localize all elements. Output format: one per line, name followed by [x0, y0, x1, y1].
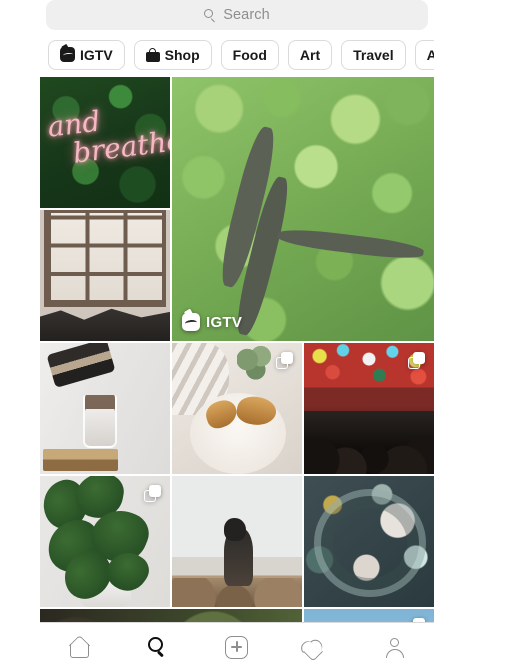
neon-line-2: breathe: [71, 123, 170, 170]
category-chip-travel[interactable]: Travel: [341, 39, 406, 70]
category-chip-label: Travel: [353, 46, 394, 63]
category-chip-art[interactable]: Art: [287, 39, 333, 70]
category-chip-architecture[interactable]: Ar: [414, 39, 434, 70]
category-chip-label: Art: [299, 46, 321, 63]
tab-create[interactable]: [210, 627, 264, 667]
post-thumbnail: [40, 210, 170, 341]
tab-activity[interactable]: [289, 627, 343, 667]
post-aerial-architecture[interactable]: [304, 476, 434, 607]
post-thumbnail: [172, 476, 302, 607]
category-chip-food[interactable]: Food: [220, 39, 279, 70]
bottom-tab-bar: [40, 622, 434, 671]
category-chip-label: Food: [232, 46, 267, 63]
category-chip-shop[interactable]: Shop: [133, 39, 212, 70]
eucalyptus-sprig: [237, 345, 271, 380]
instagram-explore-screen: Search IGTV Shop Food Art Travel Ar: [40, 0, 434, 671]
search-icon: [146, 635, 170, 659]
post-neon-and-breathe[interactable]: and breathe: [40, 77, 170, 208]
plus-square-icon: [225, 635, 249, 659]
search-icon: [204, 8, 217, 22]
carousel-icon: [408, 352, 425, 369]
book-stack: [42, 449, 118, 472]
post-dog-on-ridge[interactable]: [172, 476, 302, 607]
tab-home[interactable]: [52, 627, 106, 667]
post-thumbnail: [40, 343, 170, 474]
post-monstera-plant[interactable]: [40, 476, 170, 607]
igtv-icon: [60, 47, 75, 62]
post-bookshelf-bike[interactable]: [40, 210, 170, 341]
carousel-icon: [144, 485, 161, 502]
category-chip-label: IGTV: [80, 46, 113, 63]
shop-bag-icon: [145, 47, 160, 62]
dog-head: [224, 517, 247, 542]
neon-sign-text: and breathe: [46, 99, 170, 185]
post-thumbnail: and breathe: [40, 77, 170, 208]
tab-profile[interactable]: [368, 627, 422, 667]
search-bar: Search: [40, 0, 434, 32]
post-coffee-pour[interactable]: [40, 343, 170, 474]
category-chip-row[interactable]: IGTV Shop Food Art Travel Ar: [40, 32, 434, 77]
search-input[interactable]: Search: [46, 0, 428, 30]
category-chip-label: Shop: [164, 46, 200, 63]
explore-grid: and breathe IGTV: [40, 77, 434, 671]
heart-icon: [303, 635, 328, 662]
person-icon: [383, 635, 407, 659]
home-icon: [66, 635, 92, 659]
igtv-badge: IGTV: [182, 313, 242, 331]
category-chip-igtv[interactable]: IGTV: [48, 39, 125, 70]
igtv-badge-label: IGTV: [206, 313, 243, 331]
post-thumbnail: [172, 77, 434, 341]
carousel-icon: [276, 352, 293, 369]
post-thumbnail: [304, 476, 434, 607]
igtv-icon: [182, 313, 200, 331]
post-street-market[interactable]: [304, 343, 434, 474]
tab-search[interactable]: [131, 627, 185, 667]
post-igtv-aerial-forest[interactable]: IGTV: [172, 77, 434, 341]
post-breakfast-flatlay[interactable]: [172, 343, 302, 474]
category-chip-label: Ar: [426, 46, 434, 63]
search-placeholder: Search: [223, 7, 270, 23]
